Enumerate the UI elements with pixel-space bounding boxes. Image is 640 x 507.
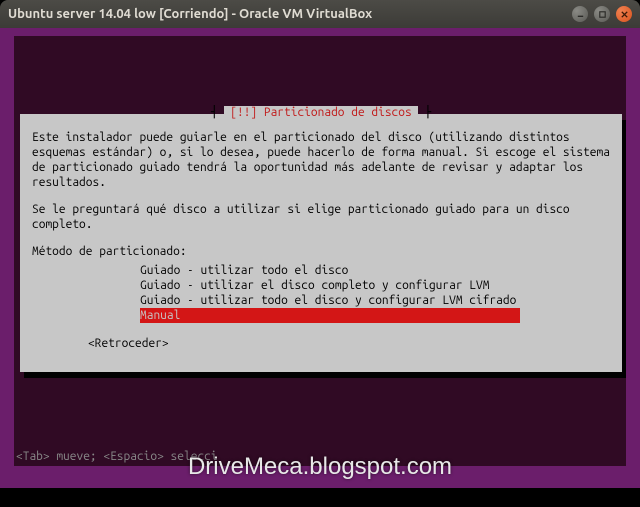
partition-method-list: Guiado - utilizar todo el disco Guiado -… bbox=[140, 263, 610, 323]
dialog-paragraph-1: Este instalador puede guiarle en el part… bbox=[32, 130, 610, 190]
option-manual[interactable]: Manual bbox=[140, 308, 520, 323]
option-guided-whole-disk[interactable]: Guiado - utilizar todo el disco bbox=[140, 263, 610, 278]
maximize-icon[interactable] bbox=[594, 6, 610, 22]
window-controls bbox=[572, 6, 632, 22]
status-bar: <Tab> mueve; <Espacio> selecci bbox=[14, 450, 626, 466]
dialog-paragraph-2: Se le preguntará qué disco a utilizar si… bbox=[32, 202, 610, 232]
dialog-title-row: ┤ [!!] Particionado de discos ├ bbox=[32, 106, 610, 120]
dialog-title: [!!] Particionado de discos bbox=[224, 106, 417, 119]
titlebar[interactable]: Ubuntu server 14.04 low [Corriendo] - Or… bbox=[0, 0, 640, 28]
terminal: ┤ [!!] Particionado de discos ├ Este ins… bbox=[14, 36, 626, 466]
vm-window: Ubuntu server 14.04 low [Corriendo] - Or… bbox=[0, 0, 640, 488]
partition-dialog: ┤ [!!] Particionado de discos ├ Este ins… bbox=[20, 114, 622, 372]
window-title: Ubuntu server 14.04 low [Corriendo] - Or… bbox=[8, 7, 572, 21]
minimize-icon[interactable] bbox=[572, 6, 588, 22]
close-icon[interactable] bbox=[616, 6, 632, 22]
option-guided-lvm[interactable]: Guiado - utilizar el disco completo y co… bbox=[140, 278, 610, 293]
client-area: ┤ [!!] Particionado de discos ├ Este ins… bbox=[0, 28, 640, 488]
option-guided-encrypted-lvm[interactable]: Guiado - utilizar todo el disco y config… bbox=[140, 293, 610, 308]
go-back-button[interactable]: <Retroceder> bbox=[88, 337, 610, 350]
dialog-prompt: Método de particionado: bbox=[32, 244, 610, 259]
